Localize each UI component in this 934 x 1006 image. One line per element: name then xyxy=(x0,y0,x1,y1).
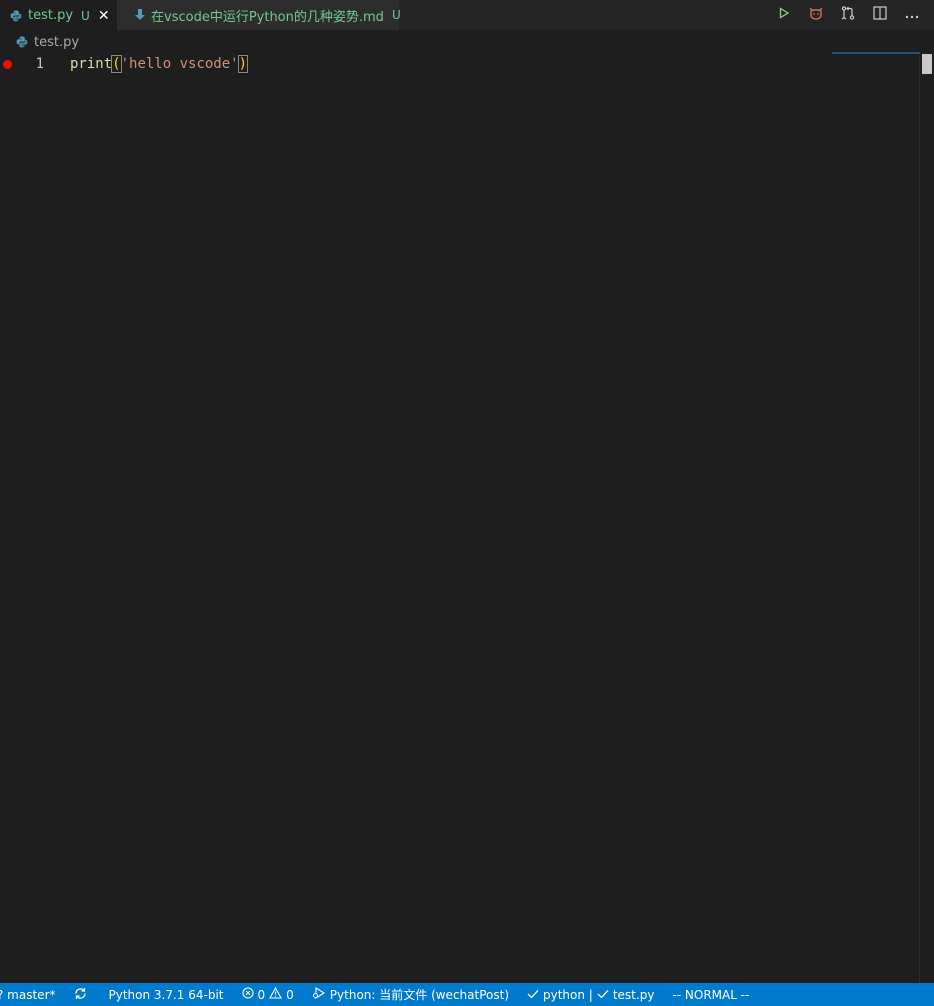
language-check[interactable]: python | test.py xyxy=(518,983,663,1006)
close-icon[interactable]: ✕ xyxy=(98,8,110,24)
debug-run-icon xyxy=(312,987,330,1002)
breadcrumb-file[interactable]: test.py xyxy=(34,35,79,50)
debug-config[interactable]: Python: 当前文件 (wechatPost) xyxy=(303,983,518,1006)
split-editor-button[interactable] xyxy=(864,0,896,30)
error-count: 0 xyxy=(257,987,266,1002)
code-editor[interactable]: 1 print('hello vscode') xyxy=(0,52,934,983)
run-config-label: Python: 当前文件 (wechatPost) xyxy=(329,988,509,1002)
vertical-scrollbar[interactable] xyxy=(922,54,932,983)
sync-icon xyxy=(74,987,91,1003)
string-token: 'hello vscode' xyxy=(120,56,239,72)
open-changes-button[interactable] xyxy=(832,0,864,30)
git-compare-icon xyxy=(840,5,856,25)
git-branch[interactable]: ? master* xyxy=(0,983,65,1006)
vim-mode-label: -- NORMAL -- xyxy=(672,987,750,1002)
check-icon xyxy=(597,988,613,1002)
cat-icon xyxy=(808,6,824,24)
interpreter-label: Python 3.7.1 64-bit xyxy=(108,987,224,1002)
error-icon xyxy=(241,987,258,1002)
problems-indicator[interactable]: 0 0 xyxy=(233,983,303,1006)
tab-markdown-file[interactable]: 在vscode中运行Python的几种姿势.md U xyxy=(117,0,401,30)
file-check-label: test.py xyxy=(612,987,655,1002)
python-interpreter[interactable]: Python 3.7.1 64-bit xyxy=(100,983,233,1006)
python-file-icon xyxy=(16,35,30,49)
status-bar: ? master* Python 3.7.1 64-bit 0 0 Python… xyxy=(0,983,934,1006)
play-icon xyxy=(778,7,790,23)
language-label: python | xyxy=(543,987,593,1002)
tab-label: 在vscode中运行Python的几种姿势.md xyxy=(151,9,384,25)
bracket-token: ) xyxy=(237,55,249,73)
bracket-token: ( xyxy=(111,55,122,73)
check-icon xyxy=(527,988,543,1002)
function-token: print xyxy=(70,56,113,72)
ellipsis-icon xyxy=(905,8,919,23)
line-number: 1 xyxy=(35,56,44,72)
more-actions-button[interactable] xyxy=(896,0,928,30)
tab-test-py[interactable]: test.py U ✕ xyxy=(0,0,117,30)
sync-button[interactable] xyxy=(65,983,100,1006)
breadcrumb: test.py xyxy=(0,30,934,54)
warning-icon xyxy=(269,986,286,1002)
run-button[interactable] xyxy=(768,0,800,30)
code-line[interactable]: 1 print('hello vscode') xyxy=(0,54,830,74)
breakpoint-icon[interactable] xyxy=(3,60,12,69)
split-editor-icon xyxy=(873,6,887,24)
code-content[interactable]: print('hello vscode') xyxy=(70,55,249,73)
tab-label: test.py xyxy=(28,8,74,23)
warning-count: 0 xyxy=(286,987,294,1002)
leetcode-button[interactable] xyxy=(800,0,832,30)
untracked-badge: U xyxy=(81,8,90,23)
overview-ruler xyxy=(919,54,920,983)
markdown-file-icon xyxy=(135,8,145,22)
vim-mode: -- NORMAL -- xyxy=(663,983,758,1006)
python-file-icon xyxy=(10,9,22,23)
branch-label: ? master* xyxy=(0,987,56,1002)
minimap-viewport[interactable] xyxy=(832,52,920,54)
editor-actions xyxy=(768,0,928,30)
scrollbar-thumb[interactable] xyxy=(922,54,932,74)
untracked-badge: U xyxy=(391,8,401,22)
